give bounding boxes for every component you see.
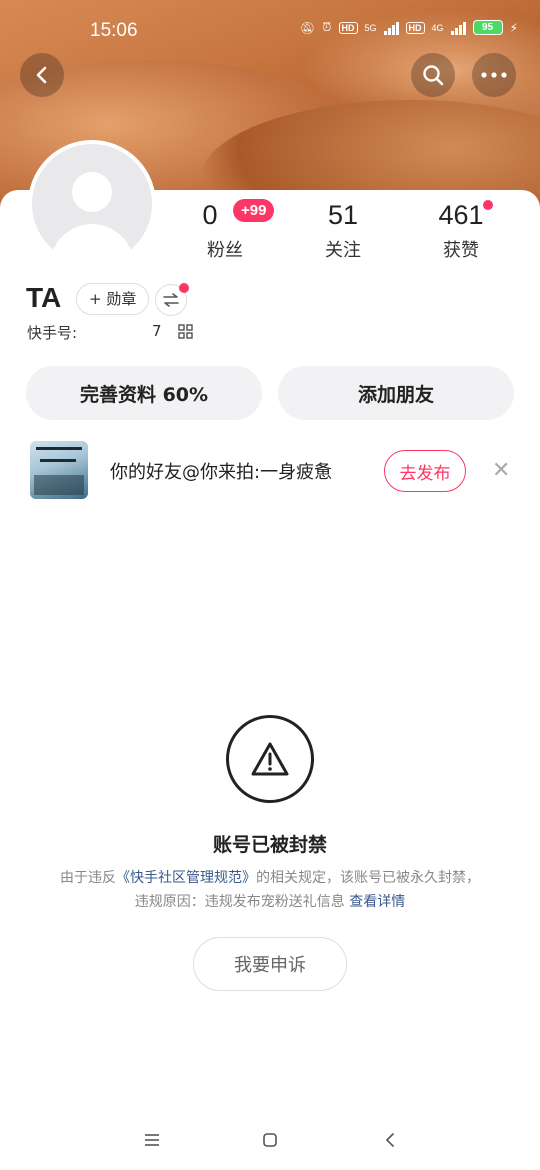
view-details-link[interactable]: 查看详情 bbox=[349, 894, 405, 910]
username: TA bbox=[26, 282, 62, 313]
switch-notification-dot bbox=[179, 283, 189, 293]
warning-icon bbox=[251, 742, 289, 776]
kuaishou-id-value[interactable]: 7 bbox=[152, 322, 162, 340]
qr-code-icon[interactable] bbox=[178, 324, 193, 339]
signal-icon bbox=[383, 21, 399, 35]
signal-icon-2 bbox=[450, 21, 466, 35]
status-time: 15:06 bbox=[90, 20, 138, 41]
kuaishou-id-label: 快手号: bbox=[27, 324, 78, 342]
battery-icon: 95 bbox=[472, 20, 503, 35]
ban-title: 账号已被封禁 bbox=[212, 834, 327, 856]
nav-menu-button[interactable] bbox=[137, 1128, 167, 1152]
more-icon bbox=[481, 72, 507, 78]
charging-icon: ⚡︎ bbox=[509, 20, 518, 35]
add-friend-button[interactable]: 添加朋友 bbox=[278, 366, 514, 420]
back-button[interactable] bbox=[20, 53, 64, 97]
avatar[interactable] bbox=[28, 140, 156, 268]
fans-label: 粉丝 bbox=[207, 240, 243, 261]
back-arrow-icon bbox=[36, 66, 47, 84]
system-nav-bar bbox=[0, 1110, 540, 1170]
publish-button[interactable]: 去发布 bbox=[384, 450, 466, 492]
likes-notification-dot bbox=[483, 200, 493, 210]
nav-home-button[interactable] bbox=[255, 1128, 285, 1152]
search-icon bbox=[423, 65, 444, 86]
ban-desc-prefix: 由于违反 bbox=[60, 870, 116, 886]
stat-likes[interactable]: 461 获赞 bbox=[411, 200, 511, 262]
suggestion-text[interactable]: 你的好友@你来拍:一身疲惫 bbox=[110, 458, 332, 484]
hd-icon-2: HD bbox=[405, 21, 425, 34]
fans-new-badge: +99 bbox=[233, 199, 275, 222]
menu-icon bbox=[145, 1134, 159, 1146]
close-icon[interactable]: ✕ bbox=[492, 458, 510, 483]
status-icons: 🔕︎ ⏰︎ HD 5G HD 4G 95 ⚡︎ bbox=[300, 20, 518, 35]
following-count: 51 bbox=[327, 200, 359, 230]
medal-button[interactable]: + 勋章 bbox=[76, 283, 150, 315]
more-button[interactable] bbox=[472, 53, 516, 97]
appeal-button[interactable]: 我要申诉 bbox=[193, 937, 347, 991]
likes-count: 461 bbox=[438, 200, 484, 230]
following-label: 关注 bbox=[325, 240, 361, 261]
nav-back-button[interactable] bbox=[375, 1128, 405, 1152]
alarm-icon: ⏰︎ bbox=[322, 20, 332, 34]
home-icon bbox=[263, 1133, 277, 1147]
mute-icon: 🔕︎ bbox=[299, 20, 316, 35]
profile-card bbox=[0, 190, 540, 1170]
ban-description: 由于违反《快手社区管理规范》的相关规定，该账号已被永久封禁，违规原因：违规发布宠… bbox=[60, 866, 480, 914]
community-rules-link[interactable]: 《快手社区管理规范》 bbox=[116, 870, 256, 886]
network-4g-label: 4G bbox=[431, 22, 444, 33]
search-button[interactable] bbox=[411, 53, 455, 97]
likes-label: 获赞 bbox=[443, 240, 479, 261]
hd-icon: HD bbox=[338, 21, 358, 34]
stat-following[interactable]: 51 关注 bbox=[293, 200, 393, 262]
status-bar: 15:06 🔕︎ ⏰︎ HD 5G HD 4G 95 ⚡︎ bbox=[0, 0, 540, 60]
suggestion-thumbnail[interactable] bbox=[30, 441, 88, 499]
back-icon bbox=[386, 1133, 394, 1147]
warning-badge bbox=[226, 715, 314, 803]
swap-icon bbox=[163, 293, 179, 307]
network-5g-label: 5G bbox=[364, 22, 377, 33]
complete-profile-button[interactable]: 完善资料 60% bbox=[26, 366, 262, 420]
